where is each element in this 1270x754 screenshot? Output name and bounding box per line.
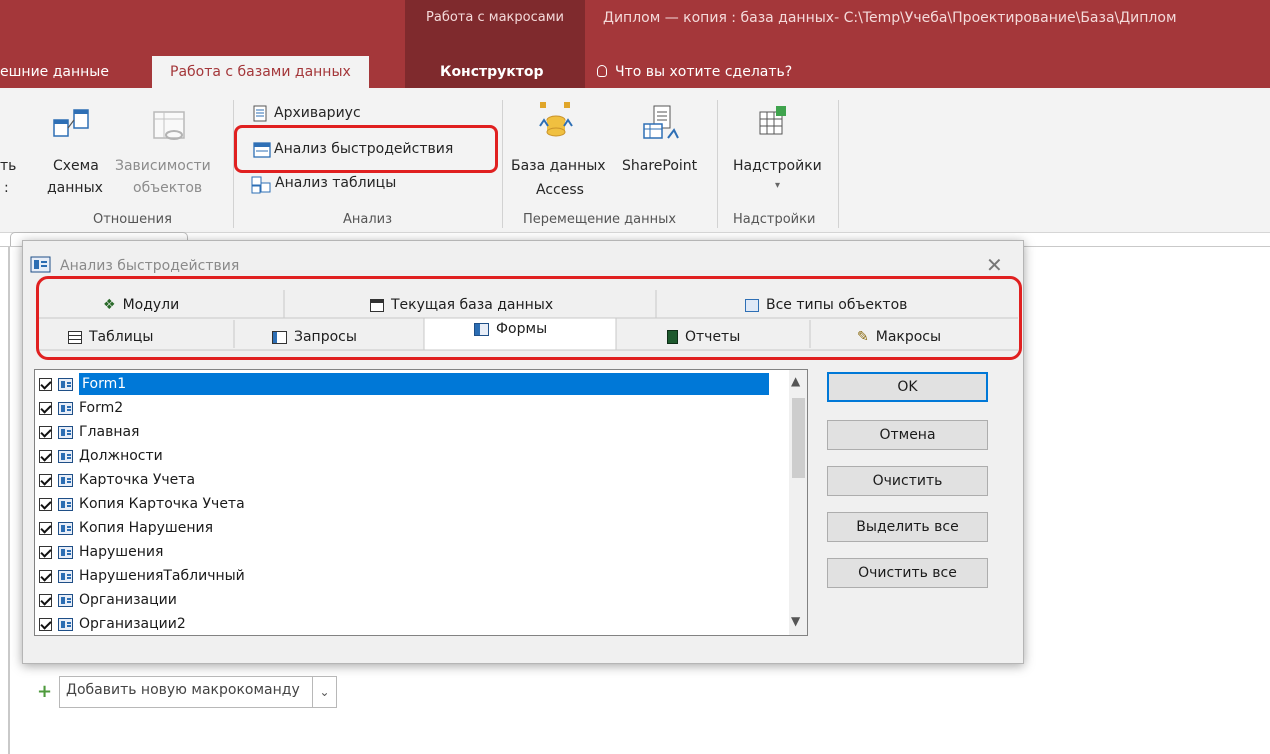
group-separator — [838, 100, 839, 228]
lightbulb-icon — [597, 65, 607, 77]
group-label-analyze: Анализ — [343, 212, 393, 227]
object-dependencies-icon — [153, 111, 185, 140]
checkbox[interactable] — [39, 377, 52, 391]
tell-me-box[interactable]: Что вы хотите сделать? — [597, 56, 792, 88]
select-all-button[interactable]: Выделить все — [827, 512, 988, 542]
dependencies-label-line1: Зависимости — [115, 158, 211, 174]
list-item-label: Организации2 — [79, 616, 186, 632]
schema-label-line1[interactable]: Схема — [53, 158, 99, 174]
list-item[interactable]: Главная — [35, 420, 790, 444]
form-icon — [58, 497, 73, 511]
sharepoint-button[interactable]: SharePoint — [622, 158, 697, 174]
list-item[interactable]: Form2 — [35, 396, 790, 420]
form-icon — [58, 617, 73, 631]
form-icon — [58, 425, 73, 439]
list-item[interactable]: Form1 — [35, 372, 790, 396]
checkbox[interactable] — [39, 449, 52, 463]
context-group-label: Работа с макросами — [426, 10, 564, 25]
list-item[interactable]: Копия Нарушения — [35, 516, 790, 540]
checkbox[interactable] — [39, 473, 52, 487]
plus-icon: + — [37, 681, 53, 702]
form-icon — [58, 521, 73, 535]
access-db-label-line2[interactable]: Access — [536, 182, 584, 198]
form-icon — [58, 569, 73, 583]
form-icon — [58, 377, 73, 391]
ribbon-partial-label-2: : — [4, 180, 9, 196]
list-item-label: Главная — [79, 424, 140, 440]
group-separator — [717, 100, 718, 228]
checkbox[interactable] — [39, 593, 52, 607]
list-item[interactable]: Организации2 — [35, 612, 790, 635]
schema-label-line2[interactable]: данных — [47, 180, 103, 196]
chevron-down-icon[interactable]: ⌄ — [312, 677, 336, 707]
window-title: Диплом — копия : база данных- C:\Temp\Уч… — [603, 10, 1177, 26]
chevron-up-icon[interactable]: ▲ — [791, 374, 800, 388]
table-analyzer-icon — [251, 176, 271, 194]
add-ins-button[interactable]: Надстройки — [733, 158, 822, 174]
group-label-move-data: Перемещение данных — [523, 212, 677, 227]
ok-button[interactable]: OK — [827, 372, 988, 402]
group-label-add-ins: Надстройки — [733, 212, 816, 227]
form-icon — [58, 593, 73, 607]
group-separator — [502, 100, 503, 228]
list-item[interactable]: Карточка Учета — [35, 468, 790, 492]
list-item-label: Копия Нарушения — [79, 520, 214, 536]
form-icon — [58, 401, 73, 415]
group-label-relations: Отношения — [93, 212, 172, 227]
relationships-icon[interactable] — [52, 108, 92, 146]
add-ins-icon[interactable] — [756, 104, 792, 140]
form-icon — [30, 256, 51, 273]
tab-designer[interactable]: Конструктор — [440, 56, 544, 88]
highlight-tab-strip — [36, 276, 1022, 360]
list-item-label: Должности — [79, 448, 163, 464]
documenter-button[interactable]: Архивариус — [274, 105, 361, 121]
checkbox[interactable] — [39, 425, 52, 439]
checkbox[interactable] — [39, 497, 52, 511]
documenter-icon — [253, 105, 267, 122]
list-item-label: Form1 — [79, 373, 769, 395]
document-left-border — [8, 246, 10, 754]
list-item-label: Копия Карточка Учета — [79, 496, 245, 512]
clear-button[interactable]: Очистить — [827, 466, 988, 496]
tell-me-label: Что вы хотите сделать? — [615, 64, 793, 80]
clear-all-button[interactable]: Очистить все — [827, 558, 988, 588]
checkbox[interactable] — [39, 401, 52, 415]
checkbox[interactable] — [39, 545, 52, 559]
list-item-label: Нарушения — [79, 544, 164, 560]
list-item[interactable]: Должности — [35, 444, 790, 468]
form-icon — [58, 545, 73, 559]
chevron-down-icon[interactable]: ▾ — [775, 180, 780, 191]
scrollbar-thumb[interactable] — [792, 398, 805, 478]
highlight-performance-button — [234, 125, 498, 173]
list-item[interactable]: НарушенияТабличный — [35, 564, 790, 588]
chevron-down-icon[interactable]: ▼ — [791, 614, 800, 628]
dialog-title: Анализ быстродействия — [60, 258, 240, 274]
form-icon — [58, 473, 73, 487]
list-item[interactable]: Организации — [35, 588, 790, 612]
list-item[interactable]: Копия Карточка Учета — [35, 492, 790, 516]
access-database-icon[interactable] — [536, 100, 578, 140]
list-item[interactable]: Нарушения — [35, 540, 790, 564]
checkbox[interactable] — [39, 569, 52, 583]
tab-external-data[interactable]: ешние данные — [0, 56, 109, 88]
cancel-button[interactable]: Отмена — [827, 420, 988, 450]
list-item-label: НарушенияТабличный — [79, 568, 245, 584]
close-icon[interactable]: ✕ — [986, 253, 1003, 277]
tab-database-tools[interactable]: Работа с базами данных — [152, 56, 369, 88]
dependencies-label-line2: объектов — [133, 180, 203, 196]
access-db-label-line1[interactable]: База данных — [511, 158, 606, 174]
add-macro-action-label: Добавить новую макрокоманду — [66, 682, 300, 698]
list-item-label: Карточка Учета — [79, 472, 196, 488]
ribbon-partial-label: ть — [0, 158, 17, 174]
sharepoint-icon[interactable] — [640, 104, 682, 144]
table-analyzer-button[interactable]: Анализ таблицы — [275, 175, 396, 191]
list-item-label: Form2 — [79, 400, 124, 416]
list-item-label: Организации — [79, 592, 177, 608]
object-list[interactable]: Form1 Form2 Главная Должности Карточка У… — [34, 369, 808, 636]
checkbox[interactable] — [39, 521, 52, 535]
checkbox[interactable] — [39, 617, 52, 631]
form-icon — [58, 449, 73, 463]
